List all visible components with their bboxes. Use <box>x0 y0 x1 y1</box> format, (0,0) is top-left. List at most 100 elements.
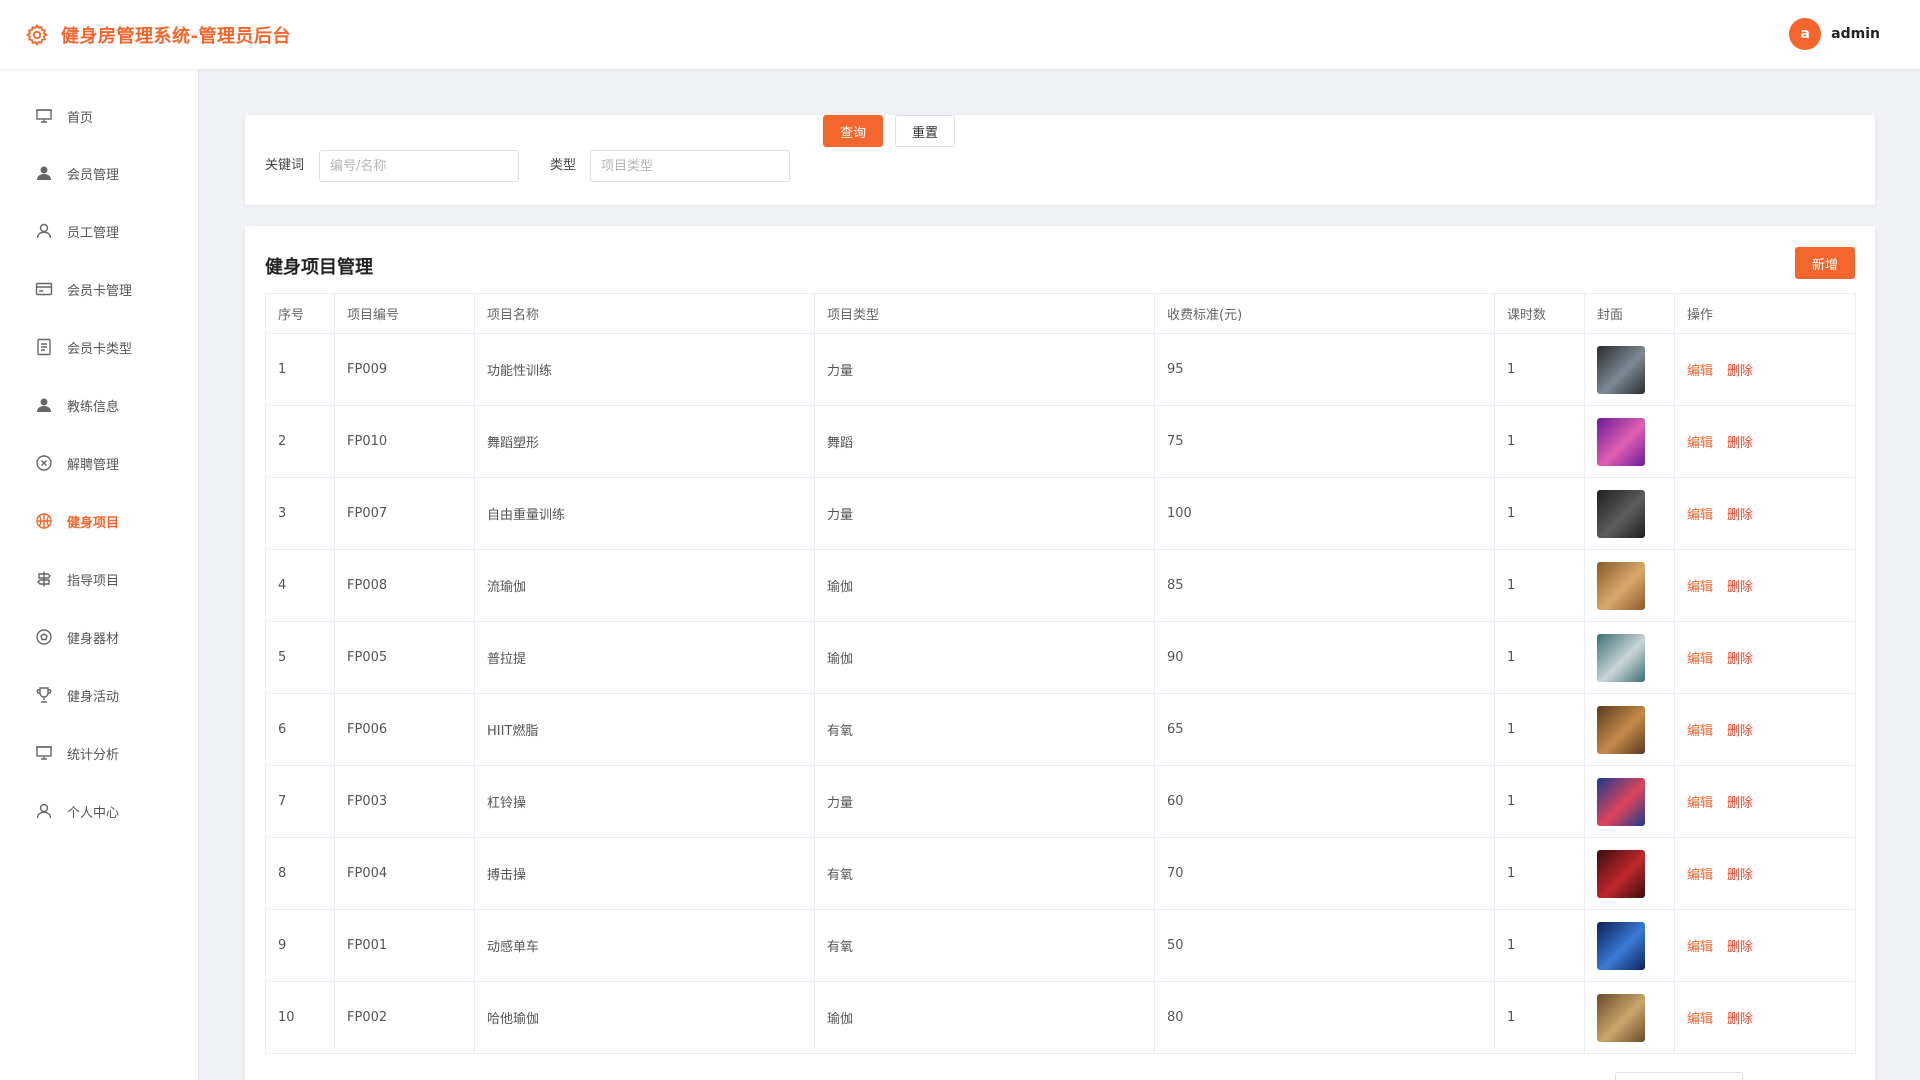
sidebar-item-1[interactable]: 会员管理 <box>0 153 199 193</box>
sidebar-item-label: 统计分析 <box>67 747 120 763</box>
sidebar-item-2[interactable]: 员工管理 <box>0 211 199 251</box>
cover-image[interactable] <box>1597 849 1645 898</box>
cell-actions: 编辑 删除 <box>1674 765 1856 838</box>
cell-type: 瑜伽 <box>814 549 1155 622</box>
cover-image[interactable] <box>1597 489 1645 538</box>
cell-fee: 95 <box>1154 333 1495 406</box>
sidebar-item-label: 会员卡类型 <box>67 341 133 357</box>
table-row: 9 FP001 动感单车 有氧 50 1 编辑 删除 <box>265 909 1856 982</box>
sidebar-item-label: 个人中心 <box>67 805 120 821</box>
edit-link[interactable]: 编辑 <box>1687 724 1713 739</box>
edit-link[interactable]: 编辑 <box>1687 652 1713 667</box>
column-header: 封面 <box>1584 293 1675 334</box>
user-filled-icon <box>35 164 53 182</box>
sidebar-item-5[interactable]: 教练信息 <box>0 385 199 425</box>
delete-link[interactable]: 删除 <box>1727 1012 1753 1027</box>
type-input[interactable] <box>590 150 790 182</box>
add-button[interactable]: 新增 <box>1795 247 1855 279</box>
sidebar-item-9[interactable]: 健身器材 <box>0 617 199 657</box>
sidebar-item-12[interactable]: 个人中心 <box>0 791 199 831</box>
sidebar-item-8[interactable]: 指导项目 <box>0 559 199 599</box>
cover-image[interactable] <box>1597 993 1645 1042</box>
delete-link[interactable]: 删除 <box>1727 364 1753 379</box>
cell-actions: 编辑 删除 <box>1674 333 1856 406</box>
query-button[interactable]: 查询 <box>823 115 883 147</box>
cover-image[interactable] <box>1597 705 1645 754</box>
table-row: 5 FP005 普拉提 瑜伽 90 1 编辑 删除 <box>265 621 1856 694</box>
cell-type: 舞蹈 <box>814 405 1155 478</box>
sidebar-item-6[interactable]: 解聘管理 <box>0 443 199 483</box>
delete-link[interactable]: 删除 <box>1727 868 1753 883</box>
column-header: 序号 <box>265 293 335 334</box>
cell-fee: 50 <box>1154 909 1495 982</box>
sidebar-item-label: 健身项目 <box>67 515 120 531</box>
cell-type: 瑜伽 <box>814 981 1155 1054</box>
edit-link[interactable]: 编辑 <box>1687 436 1713 451</box>
cell-code: FP008 <box>334 549 475 622</box>
cell-fee: 65 <box>1154 693 1495 766</box>
cell-type: 瑜伽 <box>814 621 1155 694</box>
user-menu[interactable]: a admin <box>1789 18 1880 50</box>
credit-card-icon <box>35 280 53 298</box>
cell-hours: 1 <box>1494 981 1585 1054</box>
cell-index: 7 <box>265 765 335 838</box>
delete-link[interactable]: 删除 <box>1727 652 1753 667</box>
edit-link[interactable]: 编辑 <box>1687 940 1713 955</box>
column-header: 收费标准(元) <box>1154 293 1495 334</box>
cell-code: FP004 <box>334 837 475 910</box>
edit-link[interactable]: 编辑 <box>1687 508 1713 523</box>
cell-index: 6 <box>265 693 335 766</box>
delete-link[interactable]: 删除 <box>1727 580 1753 595</box>
cover-image[interactable] <box>1597 777 1645 826</box>
delete-link[interactable]: 删除 <box>1727 508 1753 523</box>
cell-name: 动感单车 <box>474 909 815 982</box>
cell-fee: 85 <box>1154 549 1495 622</box>
cover-image[interactable] <box>1597 417 1645 466</box>
delete-link[interactable]: 删除 <box>1727 436 1753 451</box>
sidebar-item-label: 健身器材 <box>67 631 120 647</box>
cell-hours: 1 <box>1494 765 1585 838</box>
delete-link[interactable]: 删除 <box>1727 724 1753 739</box>
sidebar-item-0[interactable]: 首页 <box>0 96 199 136</box>
cover-image[interactable] <box>1597 561 1645 610</box>
pagination[interactable] <box>1615 1072 1743 1080</box>
username[interactable]: admin <box>1831 26 1880 42</box>
cover-image[interactable] <box>1597 921 1645 970</box>
sidebar-item-10[interactable]: 健身活动 <box>0 675 199 715</box>
sidebar-item-11[interactable]: 统计分析 <box>0 733 199 773</box>
cell-name: 搏击操 <box>474 837 815 910</box>
user-outline-icon <box>35 802 53 820</box>
keyword-label: 关键词 <box>265 158 305 173</box>
edit-link[interactable]: 编辑 <box>1687 1012 1713 1027</box>
cell-hours: 1 <box>1494 333 1585 406</box>
cell-actions: 编辑 删除 <box>1674 693 1856 766</box>
cell-name: HIIT燃脂 <box>474 693 815 766</box>
cell-cover <box>1584 909 1675 982</box>
delete-link[interactable]: 删除 <box>1727 796 1753 811</box>
cell-hours: 1 <box>1494 621 1585 694</box>
edit-link[interactable]: 编辑 <box>1687 868 1713 883</box>
cover-image[interactable] <box>1597 345 1645 394</box>
cell-cover <box>1584 837 1675 910</box>
edit-link[interactable]: 编辑 <box>1687 580 1713 595</box>
sidebar-item-3[interactable]: 会员卡管理 <box>0 269 199 309</box>
edit-link[interactable]: 编辑 <box>1687 796 1713 811</box>
cell-name: 功能性训练 <box>474 333 815 406</box>
avatar[interactable]: a <box>1789 18 1822 50</box>
cell-cover <box>1584 981 1675 1054</box>
app-title: 健身房管理系统-管理员后台 <box>61 26 291 47</box>
type-label: 类型 <box>550 158 577 173</box>
delete-link[interactable]: 删除 <box>1727 940 1753 955</box>
reset-button[interactable]: 重置 <box>895 115 955 147</box>
football-icon <box>35 628 53 646</box>
keyword-input[interactable] <box>319 150 519 182</box>
column-header: 操作 <box>1674 293 1856 334</box>
cover-image[interactable] <box>1597 633 1645 682</box>
sidebar-item-4[interactable]: 会员卡类型 <box>0 327 199 367</box>
edit-link[interactable]: 编辑 <box>1687 364 1713 379</box>
presentation-board-icon <box>35 744 53 762</box>
sidebar-item-7[interactable]: 健身项目 <box>0 501 199 541</box>
cell-name: 自由重量训练 <box>474 477 815 550</box>
cell-code: FP006 <box>334 693 475 766</box>
cell-name: 流瑜伽 <box>474 549 815 622</box>
